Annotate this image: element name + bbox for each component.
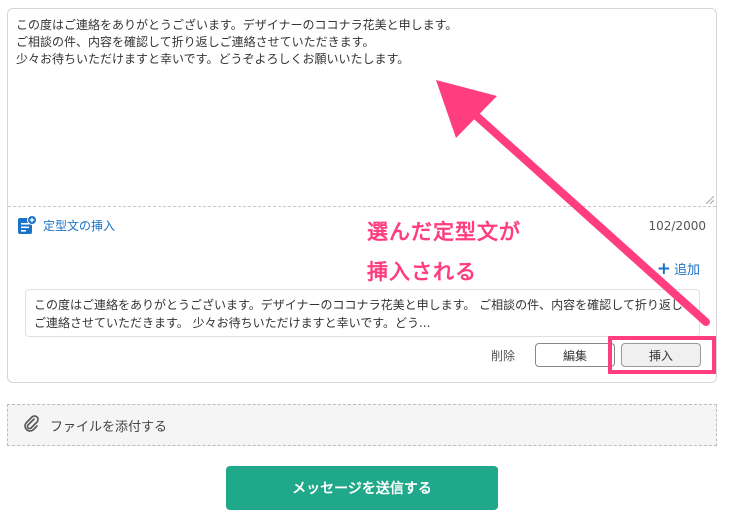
attach-file-label: ファイルを添付する: [50, 419, 168, 435]
insert-button-highlight: [608, 336, 716, 374]
insert-template-label: 定型文の挿入: [43, 218, 116, 233]
template-item[interactable]: この度はご連絡をありがとうございます。デザイナーのココナラ花美と申します。 ご相…: [25, 289, 700, 337]
document-plus-icon: [17, 215, 37, 235]
attach-file-button[interactable]: ファイルを添付する: [7, 404, 717, 446]
message-line: ご相談の件、内容を確認して折り返しご連絡させていただきます。: [16, 35, 375, 49]
annotation-line-2: 挿入される: [367, 260, 477, 284]
add-template-button[interactable]: + 追加: [657, 259, 700, 278]
paperclip-icon: [22, 414, 40, 436]
message-line: この度はご連絡をありがとうございます。デザイナーのココナラ花美と申します。: [16, 18, 458, 32]
annotation-line-1: 選んだ定型文が: [367, 220, 521, 244]
insert-template-link[interactable]: 定型文の挿入: [17, 215, 116, 235]
character-counter: 102/2000: [648, 219, 707, 233]
plus-icon: +: [656, 258, 671, 279]
send-message-button[interactable]: メッセージを送信する: [226, 466, 498, 510]
message-textarea[interactable]: この度はご連絡をありがとうございます。デザイナーのココナラ花美と申します。 ご相…: [8, 9, 716, 207]
message-card: この度はご連絡をありがとうございます。デザイナーのココナラ花美と申します。 ご相…: [7, 8, 717, 383]
delete-button[interactable]: 削除: [491, 347, 515, 364]
message-line: 少々お待ちいただけますと幸いです。どうぞよろしくお願いいたします。: [16, 52, 410, 66]
resize-handle[interactable]: [706, 196, 714, 204]
add-label: 追加: [673, 263, 700, 278]
template-item-text: この度はご連絡をありがとうございます。デザイナーのココナラ花美と申します。 ご相…: [34, 298, 683, 330]
edit-button[interactable]: 編集: [535, 343, 615, 367]
